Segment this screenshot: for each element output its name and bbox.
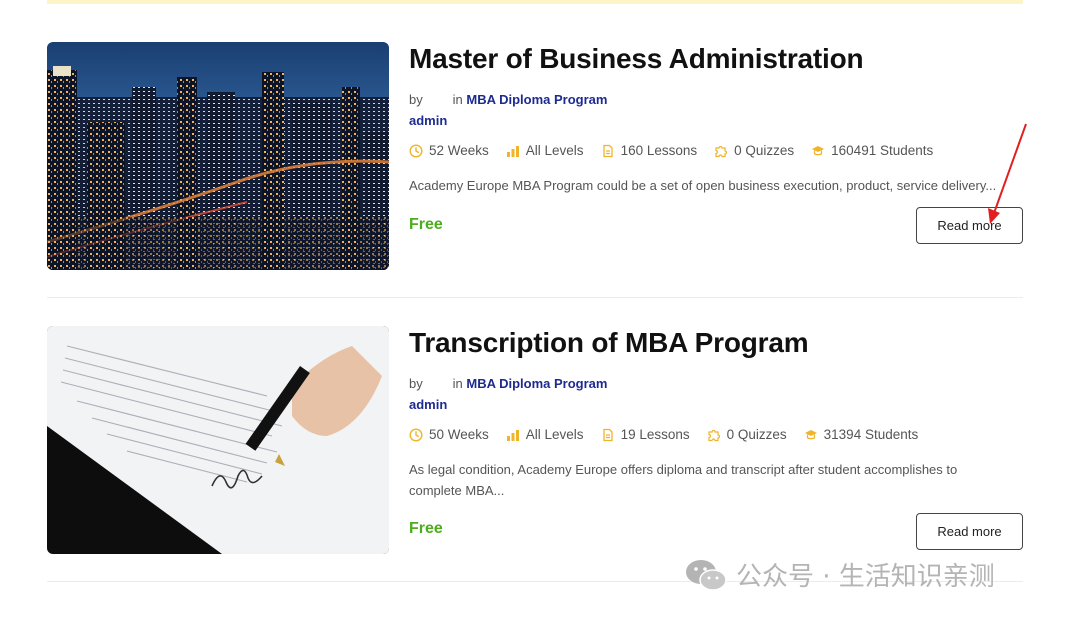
author-link[interactable]: admin <box>409 397 447 412</box>
course-stats: 50 Weeks All Levels 19 Lessons 0 Quizzes… <box>409 427 935 442</box>
course-price: Free <box>409 216 443 233</box>
stat-students: 160491 Students <box>811 143 933 158</box>
stat-quizzes: 0 Quizzes <box>714 143 794 158</box>
students-text: 160491 Students <box>831 143 934 158</box>
quizzes-text: 0 Quizzes <box>726 427 787 442</box>
in-label: in <box>452 376 463 391</box>
stat-duration: 52 Weeks <box>409 143 489 158</box>
author-link[interactable]: admin <box>409 113 447 128</box>
stat-lessons: 19 Lessons <box>601 427 690 442</box>
puzzle-icon <box>715 145 728 157</box>
lessons-text: 19 Lessons <box>620 427 690 442</box>
course-meta: by in MBA Diploma Program <box>409 376 607 391</box>
in-label: in <box>452 92 463 107</box>
category-link[interactable]: MBA Diploma Program <box>466 376 607 391</box>
annotation-arrow-icon <box>988 123 1027 224</box>
stat-duration: 50 Weeks <box>409 427 489 442</box>
course-description: Academy Europe MBA Program could be a se… <box>409 178 997 193</box>
top-highlight-strip <box>47 0 1023 4</box>
by-label: by <box>409 92 423 107</box>
course-card: Master of Business Administration by in … <box>47 42 1023 270</box>
stat-level: All Levels <box>506 427 584 442</box>
course-description: As legal condition, Academy Europe offer… <box>409 462 958 498</box>
stat-level: All Levels <box>506 143 584 158</box>
divider <box>47 297 1023 298</box>
wechat-icon <box>686 559 727 591</box>
graduation-cap-icon <box>804 429 817 439</box>
lessons-text: 160 Lessons <box>620 143 698 158</box>
watermark: 公众号 · 生活知识亲测 <box>684 556 995 593</box>
course-title[interactable]: Master of Business Administration <box>409 43 864 75</box>
stat-lessons: 160 Lessons <box>601 143 698 158</box>
course-meta: by in MBA Diploma Program <box>409 92 607 107</box>
level-text: All Levels <box>525 143 584 158</box>
category-link[interactable]: MBA Diploma Program <box>466 92 607 107</box>
bar-chart-icon <box>506 145 519 157</box>
watermark-text: 公众号 · 生活知识亲测 <box>736 562 995 592</box>
city-skyline-image <box>47 42 389 270</box>
clock-icon <box>409 143 423 158</box>
course-content: Transcription of MBA Program by in MBA D… <box>409 326 1023 554</box>
stat-students: 31394 Students <box>804 427 919 442</box>
course-card: Transcription of MBA Program by in MBA D… <box>47 326 1023 554</box>
clock-icon <box>409 427 423 442</box>
duration-text: 52 Weeks <box>429 143 489 158</box>
file-icon <box>602 144 613 157</box>
file-icon <box>602 428 613 441</box>
bar-chart-icon <box>506 429 519 441</box>
course-thumbnail-city[interactable] <box>47 42 389 270</box>
duration-text: 50 Weeks <box>429 427 489 442</box>
course-content: Master of Business Administration by in … <box>409 42 1023 270</box>
by-label: by <box>409 376 423 391</box>
course-stats: 52 Weeks All Levels 160 Lessons 0 Quizze… <box>409 143 950 158</box>
read-more-button[interactable]: Read more <box>916 513 1023 550</box>
puzzle-icon <box>708 429 720 441</box>
students-text: 31394 Students <box>823 427 919 442</box>
course-thumbnail-signing[interactable] <box>47 326 389 554</box>
course-title[interactable]: Transcription of MBA Program <box>409 327 809 359</box>
stat-quizzes: 0 Quizzes <box>707 427 787 442</box>
level-text: All Levels <box>525 427 584 442</box>
graduation-cap-icon <box>812 145 825 155</box>
quizzes-text: 0 Quizzes <box>734 143 795 158</box>
course-price: Free <box>409 520 443 537</box>
hand-signing-image <box>47 326 389 554</box>
